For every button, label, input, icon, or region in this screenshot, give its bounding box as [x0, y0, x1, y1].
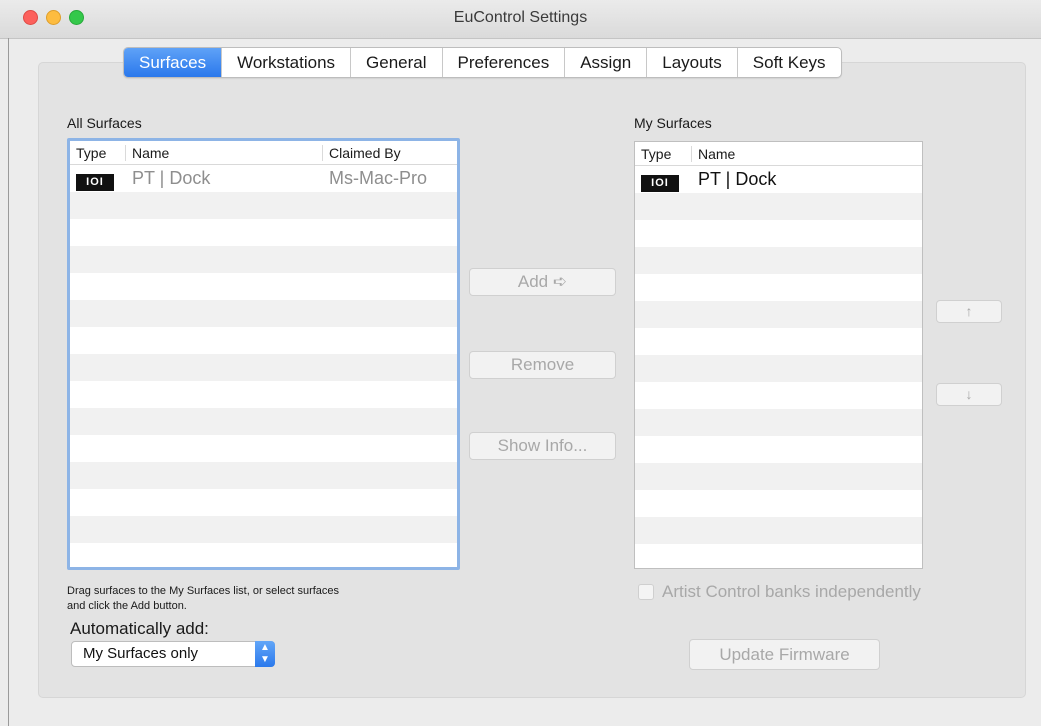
tab-surfaces[interactable]: Surfaces [124, 48, 223, 77]
automatically-add-label: Automatically add: [70, 619, 209, 638]
drag-hint-text: Drag surfaces to the My Surfaces list, o… [67, 584, 447, 614]
all-surfaces-list[interactable]: Type Name Claimed By IOI PT | Dock Ms-Ma… [67, 138, 460, 570]
type-cell: IOI [70, 168, 126, 191]
add-button[interactable]: Add ➪ [469, 268, 616, 296]
column-header-name[interactable]: Name [126, 144, 323, 161]
my-surfaces-list[interactable]: Type Name IOI PT | Dock [634, 141, 923, 569]
tab-general[interactable]: General [351, 48, 443, 77]
my-surfaces-rows: IOI PT | Dock [635, 166, 922, 568]
window-edge-divider [8, 38, 9, 726]
artist-control-label: Artist Control banks independently [662, 582, 921, 601]
hint-line-1: Drag surfaces to the My Surfaces list, o… [67, 585, 340, 597]
column-header-claimed-by[interactable]: Claimed By [323, 145, 453, 161]
window-title: EuControl Settings [453, 9, 588, 26]
column-header-type[interactable]: Type [70, 144, 126, 161]
tab-soft-keys[interactable]: Soft Keys [738, 48, 841, 77]
ioi-device-icon: IOI [76, 173, 114, 191]
my-surfaces-header: Type Name [635, 142, 922, 166]
show-info-button[interactable]: Show Info... [469, 432, 616, 460]
table-row[interactable]: IOI PT | Dock Ms-Mac-Pro [70, 165, 457, 192]
surface-name: PT | Dock [132, 168, 211, 188]
title-bar: EuControl Settings [0, 0, 1041, 39]
move-up-button[interactable]: ↑ [936, 300, 1002, 323]
table-row[interactable]: IOI PT | Dock [635, 166, 922, 193]
tab-workstations[interactable]: Workstations [222, 48, 352, 77]
update-firmware-button[interactable]: Update Firmware [689, 639, 880, 670]
remove-button[interactable]: Remove [469, 351, 616, 379]
automatically-add-select[interactable]: My Surfaces only ▲ ▼ [71, 641, 275, 667]
arrow-up-icon: ↑ [965, 303, 973, 319]
select-chevron-icon: ▲ ▼ [255, 641, 275, 667]
all-surfaces-rows: IOI PT | Dock Ms-Mac-Pro [70, 165, 457, 567]
tab-layouts[interactable]: Layouts [647, 48, 738, 77]
surface-name: PT | Dock [698, 169, 777, 189]
column-header-name[interactable]: Name [692, 146, 922, 162]
hint-line-2: and click the Add button. [67, 600, 187, 612]
tab-bar: Surfaces Workstations General Preference… [123, 47, 842, 78]
all-surfaces-header: Type Name Claimed By [70, 141, 457, 165]
tab-assign[interactable]: Assign [565, 48, 648, 77]
select-value: My Surfaces only [83, 645, 199, 662]
my-surfaces-label: My Surfaces [634, 115, 712, 131]
claimed-by: Ms-Mac-Pro [329, 168, 427, 188]
arrow-down-icon: ↓ [965, 386, 973, 402]
settings-window: EuControl Settings Surfaces Workstations… [0, 0, 1041, 726]
type-cell: IOI [635, 169, 692, 192]
move-down-button[interactable]: ↓ [936, 383, 1002, 406]
ioi-device-icon: IOI [641, 174, 679, 192]
artist-control-option[interactable]: Artist Control banks independently [638, 582, 921, 602]
all-surfaces-label: All Surfaces [67, 115, 142, 131]
column-header-type[interactable]: Type [635, 145, 692, 162]
artist-control-checkbox[interactable] [638, 584, 654, 600]
tab-preferences[interactable]: Preferences [443, 48, 566, 77]
